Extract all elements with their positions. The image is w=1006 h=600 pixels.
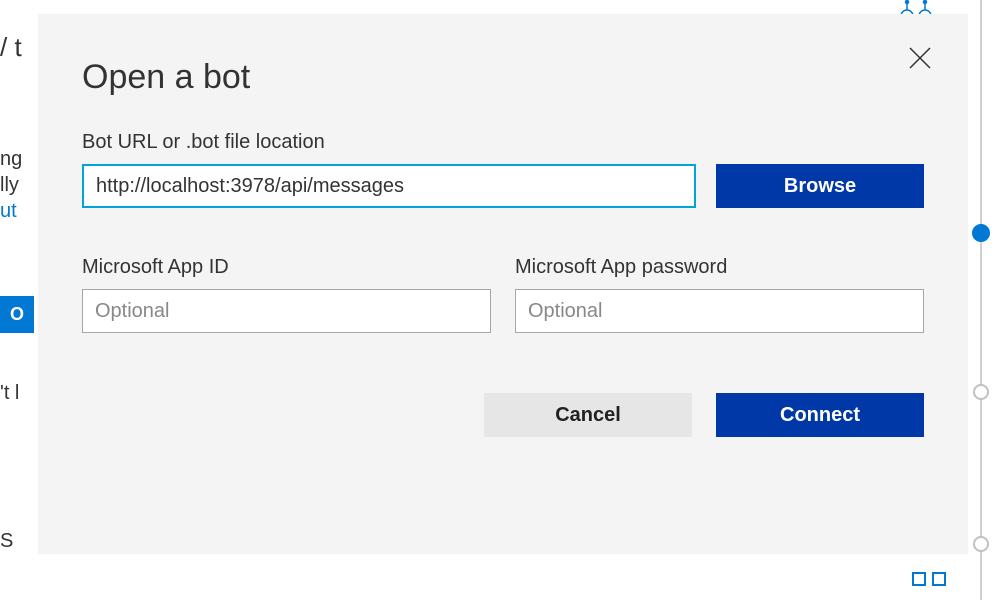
close-icon xyxy=(908,46,932,70)
timeline-dot xyxy=(973,384,989,400)
app-password-label: Microsoft App password xyxy=(515,256,924,279)
bottom-squares-icon xyxy=(912,572,946,586)
dialog-title: Open a bot xyxy=(82,58,924,97)
bg-text-fragment: lly xyxy=(0,174,19,197)
app-id-label: Microsoft App ID xyxy=(82,256,491,279)
bg-link-fragment: ut xyxy=(0,200,17,223)
bg-text-fragment: / t xyxy=(0,32,22,63)
cancel-button[interactable]: Cancel xyxy=(484,393,692,437)
open-bot-dialog: Open a bot Bot URL or .bot file location… xyxy=(38,14,968,554)
app-password-input[interactable] xyxy=(515,289,924,333)
timeline-dot-active xyxy=(972,224,990,242)
browse-button[interactable]: Browse xyxy=(716,164,924,208)
bg-text-fragment: 't l xyxy=(0,382,19,405)
bg-button-fragment: O xyxy=(0,296,34,333)
close-button[interactable] xyxy=(904,42,936,74)
bg-text-fragment: S xyxy=(0,530,13,553)
connect-button[interactable]: Connect xyxy=(716,393,924,437)
bot-url-input[interactable] xyxy=(82,164,696,208)
app-id-input[interactable] xyxy=(82,289,491,333)
timeline-dot xyxy=(973,536,989,552)
timeline-line xyxy=(980,0,982,600)
bot-url-label: Bot URL or .bot file location xyxy=(82,131,924,154)
bg-text-fragment: ng xyxy=(0,148,22,171)
